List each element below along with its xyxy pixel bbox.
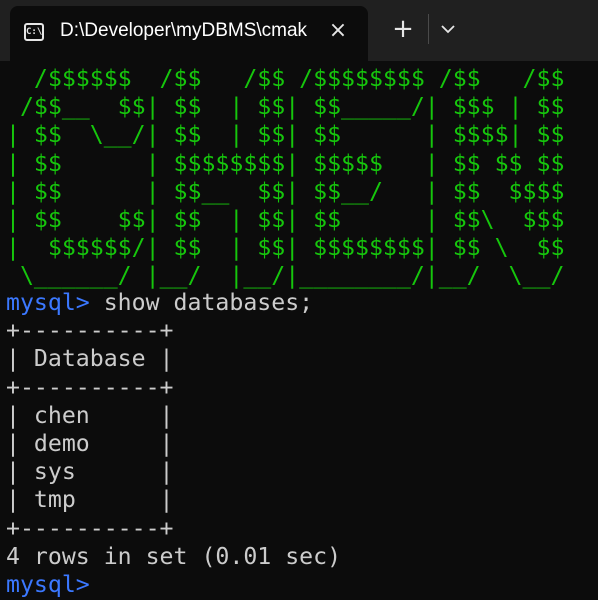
- table-row: | chen |: [6, 401, 174, 429]
- table-border: +----------+: [6, 514, 174, 542]
- banner-line: /$$__ $$| $$ | $$| $$_____/| $$$ | $$: [6, 93, 565, 121]
- table-border: +----------+: [6, 317, 174, 345]
- mysql-prompt: mysql>: [6, 570, 90, 598]
- banner-line: | $$ \__/| $$ | $$| $$ | $$$$| $$: [6, 121, 565, 149]
- banner-line: | $$ | $$$$$$$$| $$$$$ | $$ $$ $$: [6, 149, 565, 177]
- command-line: mysql> show databases;: [6, 289, 341, 317]
- terminal-output: mysql> show databases; +----------+ | Da…: [6, 289, 341, 599]
- new-tab-button[interactable]: +: [388, 14, 418, 44]
- result-summary: 4 rows in set (0.01 sec): [6, 542, 342, 570]
- command-text: show databases;: [89, 289, 314, 316]
- tab-terminal[interactable]: C:\ D:\Developer\myDBMS\cmak ×: [10, 6, 368, 61]
- terminal-pane[interactable]: /$$$$$$ /$$ /$$ /$$$$$$$$ /$$ /$$ /$$__ …: [0, 61, 598, 600]
- tab-title: D:\Developer\myDBMS\cmak: [60, 20, 308, 41]
- title-bar: C:\ D:\Developer\myDBMS\cmak × +: [0, 0, 598, 61]
- banner-line: \______/ |__/ |__/|________/|__/ \__/: [6, 262, 565, 290]
- banner-line: | $$$$$$/| $$ | $$| $$$$$$$$| $$ \ $$: [6, 234, 565, 262]
- terminal-icon: C:\: [24, 23, 44, 41]
- table-row: | tmp |: [6, 486, 174, 514]
- table-header: | Database |: [6, 345, 174, 373]
- titlebar-divider: [428, 14, 429, 44]
- mysql-prompt: mysql>: [6, 289, 90, 316]
- banner-line: | $$ $$| $$ | $$| $$ | $$\ $$$: [6, 205, 565, 233]
- chevron-down-icon[interactable]: [434, 14, 462, 44]
- input-line[interactable]: mysql>: [6, 571, 341, 599]
- table-row: | sys |: [6, 458, 174, 486]
- table-border: +----------+: [6, 373, 174, 401]
- banner-line: /$$$$$$ /$$ /$$ /$$$$$$$$ /$$ /$$: [6, 65, 565, 92]
- ascii-banner: /$$$$$$ /$$ /$$ /$$$$$$$$ /$$ /$$ /$$__ …: [6, 65, 564, 291]
- table-row: | demo |: [6, 429, 174, 457]
- banner-line: | $$ | $$__ $$| $$__/ | $$ $$$$: [6, 177, 565, 205]
- close-icon[interactable]: ×: [324, 17, 352, 45]
